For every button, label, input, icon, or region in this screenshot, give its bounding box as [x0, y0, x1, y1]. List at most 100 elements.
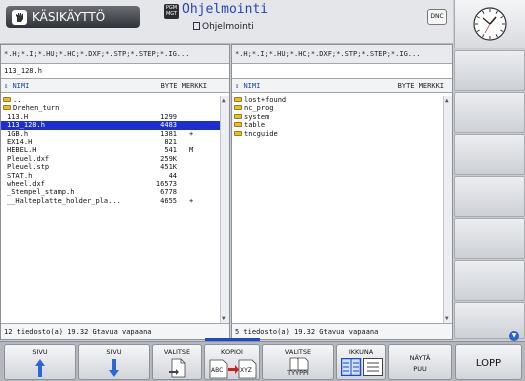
folder-row[interactable]: .. — [1, 96, 220, 104]
scroll-up-icon[interactable]: ▲ — [222, 97, 226, 104]
select-label: VALITSE — [163, 348, 191, 356]
file-size: 6778 — [160, 188, 177, 197]
copy-from-label: ABC — [211, 367, 224, 374]
file-row[interactable]: wheel.dxf 16573 — [1, 180, 220, 188]
end-label: LOPP — [475, 358, 502, 369]
folder-row[interactable]: nc_prog — [232, 104, 443, 112]
folder-row[interactable]: table — [232, 121, 443, 129]
file-row[interactable]: 1GB.h 1381 + — [1, 130, 220, 138]
file-name: tncguide — [244, 129, 278, 138]
file-size: 259K — [160, 154, 177, 163]
file-size: 451K — [160, 163, 177, 172]
file-size: 1381 — [160, 129, 177, 138]
folder-icon — [3, 97, 11, 102]
select-button[interactable]: VALITSE — [152, 344, 202, 380]
file-row[interactable]: EX14.H 821 — [1, 138, 220, 146]
dnc-icon: DNC — [427, 9, 447, 25]
side-softkey-4[interactable] — [454, 176, 525, 217]
file-name: nc_prog — [244, 104, 274, 113]
copy-to-label: XYZ — [240, 367, 252, 374]
file-filter[interactable]: *.H;*.I;*.HU;*.HC;*.DXF;*.STP;*.STEP;*.I… — [232, 45, 452, 64]
file-name: 113.H — [7, 112, 29, 121]
page-down-button[interactable]: SIVU — [78, 344, 150, 380]
window-button[interactable]: IKKUNA — [336, 344, 386, 380]
file-row[interactable]: Pleuel.stp 451K — [1, 163, 220, 171]
file-row[interactable]: _Stempel_stamp.h 6778 — [1, 188, 220, 196]
softkey-toggle-icon[interactable]: ▼ — [509, 331, 519, 341]
name-column-header[interactable]: NIMI — [12, 82, 29, 90]
file-row[interactable]: STAT.h 44 — [1, 172, 220, 180]
window-label: IKKUNA — [348, 348, 374, 356]
clock-icon — [473, 7, 507, 41]
current-path — [232, 64, 452, 79]
scrollbar[interactable]: ▲ ▼ — [443, 96, 452, 323]
pgm-mgt-icon: PGM MGT — [164, 4, 179, 19]
folder-row[interactable]: lost+found — [232, 96, 443, 104]
folder-row[interactable]: system — [232, 113, 443, 121]
programming-mode-title: Ohjelmointi — [182, 2, 269, 17]
file-row[interactable]: 113.H 1299 — [1, 113, 220, 121]
scrollbar[interactable]: ▲ ▼ — [220, 96, 229, 323]
end-button[interactable]: LOPP — [455, 344, 522, 380]
side-softkey-2[interactable] — [454, 92, 525, 133]
sort-arrow-icon[interactable]: ⇕ — [4, 82, 8, 90]
file-name: 1GB.h — [7, 129, 29, 138]
folder-icon — [234, 130, 242, 136]
page-up-label: SIVU — [32, 348, 48, 356]
file-name: lost+found — [244, 96, 287, 104]
programming-sub-label: Ohjelmointi — [202, 22, 254, 32]
file-size: 4655 — [160, 196, 177, 205]
file-name: table — [244, 121, 266, 130]
select-type-button[interactable]: VALITSE TYYPPI — [262, 344, 334, 380]
programming-mode-subtitle: Ohjelmointi — [193, 22, 254, 32]
scroll-down-icon[interactable]: ▼ — [222, 315, 226, 322]
file-row[interactable]: Pleuel.dxf 259K — [1, 155, 220, 163]
hand-icon — [12, 9, 27, 25]
column-header: ⇕ NIMI BYTE MERKKI — [232, 79, 452, 93]
manual-mode-label: KÄSIKÄYTTÖ — [32, 10, 106, 24]
arrow-up-icon — [35, 359, 45, 377]
show-tree-label-1: NÄYTÄ — [409, 354, 431, 362]
side-softkey-6[interactable] — [454, 260, 525, 301]
file-row[interactable]: HEBEL.H 541 M — [1, 146, 220, 154]
size-column-header[interactable]: BYTE MERKKI — [161, 82, 207, 90]
show-tree-button[interactable]: NÄYTÄ PUU — [388, 344, 452, 380]
manual-mode-tab[interactable]: KÄSIKÄYTTÖ — [6, 6, 140, 28]
folder-icon — [234, 122, 242, 128]
file-status-flag: M — [189, 146, 194, 155]
size-column-header[interactable]: BYTE MERKKI — [398, 82, 444, 90]
file-list: .. Drehen_turn 113.H 1299 113_128.h 4483 1GB.h… — [1, 96, 220, 323]
name-column-header[interactable]: NIMI — [243, 82, 260, 90]
side-softkey-5[interactable] — [454, 218, 525, 259]
file-filter[interactable]: *.H;*.I;*.HU;*.HC;*.DXF;*.STP;*.STEP;*.I… — [1, 45, 229, 64]
file-name: HEBEL.H — [7, 146, 37, 155]
page-up-button[interactable]: SIVU — [4, 344, 76, 380]
file-size: 1299 — [160, 112, 177, 121]
status-bar: 5 tiedosto(a) 19.32 Gtavua vapaana — [232, 323, 452, 339]
side-softkey-3[interactable] — [454, 134, 525, 175]
right-folder-pane[interactable]: *.H;*.I;*.HU;*.HC;*.DXF;*.STP;*.STEP;*.I… — [231, 44, 453, 340]
file-name: system — [244, 112, 270, 121]
scroll-down-icon[interactable]: ▼ — [445, 315, 449, 322]
folder-icon — [234, 105, 242, 111]
header-bar: KÄSIKÄYTTÖ PGM MGT Ohjelmointi Ohjelmoint… — [0, 0, 453, 44]
file-name: EX14.H — [7, 137, 33, 146]
scroll-up-icon[interactable]: ▲ — [445, 97, 449, 104]
folder-row[interactable]: tncguide — [232, 130, 443, 138]
folder-row[interactable]: Drehen_turn — [1, 104, 220, 112]
copy-button[interactable]: KOPIOI ABC XYZ — [204, 344, 260, 380]
file-name: _Stempel_stamp.h — [7, 188, 75, 197]
window-layout-icon — [341, 358, 383, 376]
column-header: ⇕ NIMI BYTE MERKKI — [1, 79, 229, 93]
file-size: 541 — [164, 146, 177, 155]
side-softkey-1[interactable] — [454, 50, 525, 91]
clock[interactable] — [454, 0, 525, 48]
file-status-flag: + — [189, 129, 194, 138]
file-name: STAT.h — [7, 171, 33, 180]
current-path: 113_128.h — [1, 64, 229, 79]
left-file-pane[interactable]: *.H;*.I;*.HU;*.HC;*.DXF;*.STP;*.STEP;*.I… — [0, 44, 230, 340]
file-row[interactable]: __Halteplatte_holder_pla... 4655 + — [1, 197, 220, 205]
file-row[interactable]: 113_128.h 4483 — [1, 121, 220, 130]
sort-arrow-icon[interactable]: ⇕ — [235, 82, 239, 90]
file-name: Pleuel.stp — [7, 163, 50, 172]
